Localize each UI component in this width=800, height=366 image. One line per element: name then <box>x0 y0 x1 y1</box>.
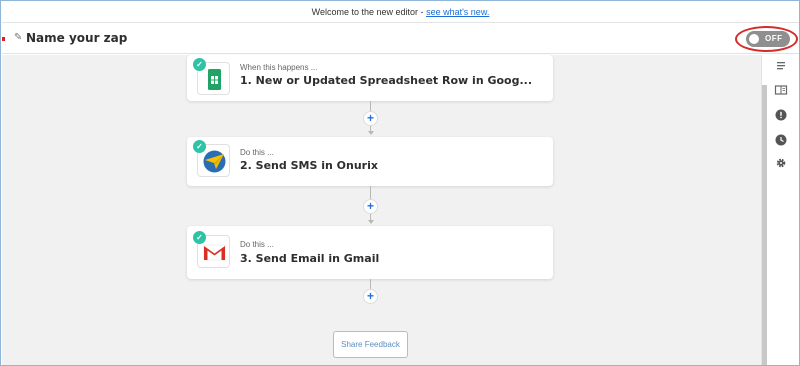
step-action-label: Do this ... <box>240 148 274 157</box>
banner-text: Welcome to the new editor - <box>311 7 427 17</box>
list-icon[interactable] <box>774 59 788 73</box>
step-title: 3. Send Email in Gmail <box>240 252 380 265</box>
add-step-button[interactable]: + <box>364 290 377 303</box>
step-card-1[interactable]: ✓ When this happens ... 1. New or Update… <box>187 55 553 101</box>
arrow-down-icon <box>368 131 374 135</box>
check-icon: ✓ <box>193 231 206 244</box>
check-icon: ✓ <box>193 58 206 71</box>
pencil-icon[interactable]: ✎ <box>14 32 22 43</box>
clock-icon[interactable] <box>774 133 788 147</box>
gear-icon[interactable] <box>774 156 788 170</box>
step-card-2[interactable]: ✓ Do this ... 2. Send SMS in Onurix <box>187 137 553 186</box>
panel-icon[interactable] <box>774 83 788 97</box>
add-step-button[interactable]: + <box>364 200 377 213</box>
red-marker <box>2 37 5 41</box>
alert-icon[interactable] <box>774 108 788 122</box>
check-icon: ✓ <box>193 140 206 153</box>
step-card-3[interactable]: ✓ Do this ... 3. Send Email in Gmail <box>187 226 553 279</box>
step-trigger-label: When this happens ... <box>240 63 318 72</box>
annotation-circle <box>735 26 798 52</box>
step-action-label: Do this ... <box>240 240 274 249</box>
step-title: 2. Send SMS in Onurix <box>240 159 378 172</box>
whats-new-link[interactable]: see what's new. <box>426 7 489 17</box>
step-title: 1. New or Updated Spreadsheet Row in Goo… <box>240 74 533 87</box>
workflow-canvas: ✓ When this happens ... 1. New or Update… <box>2 55 761 365</box>
app-window: Welcome to the new editor - see what's n… <box>0 0 800 366</box>
right-sidebar <box>761 55 799 365</box>
zap-name[interactable]: Name your zap <box>26 31 127 45</box>
scrollbar[interactable] <box>762 85 767 365</box>
arrow-down-icon <box>368 220 374 224</box>
add-step-button[interactable]: + <box>364 112 377 125</box>
connector-line <box>370 279 371 289</box>
editor-header: ✎ Name your zap OFF <box>2 23 799 54</box>
welcome-banner: Welcome to the new editor - see what's n… <box>2 2 799 23</box>
share-feedback-button[interactable]: Share Feedback <box>333 331 408 358</box>
